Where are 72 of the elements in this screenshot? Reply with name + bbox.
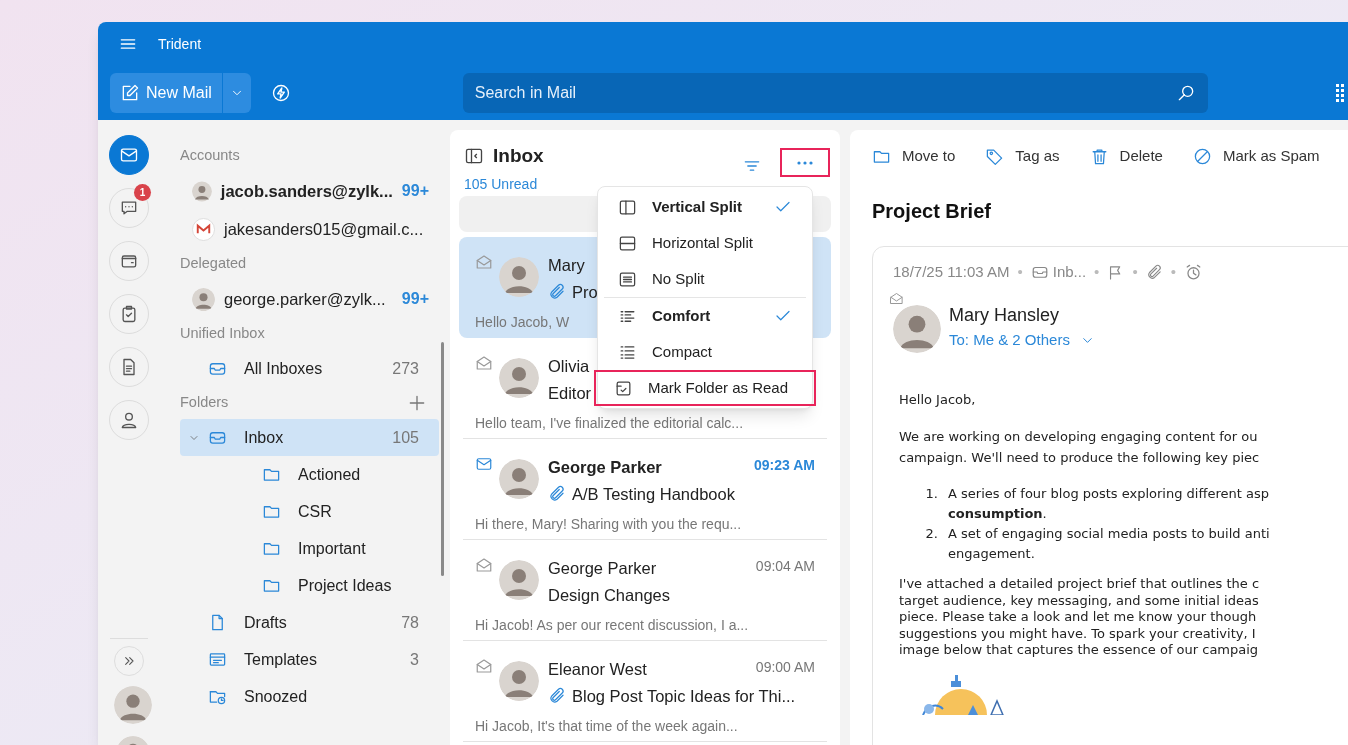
account-name: george.parker@zylk... <box>224 288 387 310</box>
menu-label: No Split <box>652 268 706 289</box>
folder-name: Important <box>298 538 367 559</box>
unread-label: 105 Unread <box>464 175 538 194</box>
menu-label: Mark Folder as Read <box>648 377 790 398</box>
message-time: 09:04 AM <box>755 557 815 576</box>
account-name: jacob.sanders@zylk... <box>220 180 393 202</box>
folder-count: 273 <box>392 358 419 379</box>
message-subject: A/B Testing Handbook <box>572 483 735 505</box>
sender-name: Mary Hansley <box>949 304 1061 328</box>
folder-name: Inbox <box>244 427 285 448</box>
separator-dot: • <box>1170 261 1176 282</box>
body-text-line: target audience, key messaging, and some initial ideas <box>899 592 1260 609</box>
message-preview: Hi Jacob! As per our recent discussion, I a... <box>475 616 749 635</box>
unread-count: 99+ <box>401 181 429 201</box>
body-text-line: piece. Please take a look and let me know your though <box>899 609 1258 626</box>
separator-dot: • <box>1094 261 1100 282</box>
notification-badge: 1 <box>134 184 151 201</box>
section-title: Delegated <box>180 254 247 274</box>
folder-name: All Inboxes <box>244 358 324 379</box>
window-title: Trident <box>158 34 202 54</box>
message-subject: Project Brief <box>872 199 992 224</box>
body-text-line: suggestions you might have. To spark your creativity, I <box>899 625 1257 642</box>
body-text-line: A series of four blog posts exploring different asp <box>948 485 1269 503</box>
message-subject: Pro <box>572 281 598 303</box>
message-subject: Editor <box>548 382 592 404</box>
body-text-line: A set of engaging social media posts to build anti <box>948 525 1270 543</box>
separator-dot: • <box>1017 261 1023 282</box>
sender-name: Olivia <box>548 356 590 377</box>
menu-label: Compact <box>652 341 714 362</box>
message-subject: Blog Post Topic Ideas for Thi... <box>572 685 796 707</box>
message-date: 18/7/25 11:03 AM <box>893 261 1010 282</box>
menu-label: Comfort <box>652 305 712 326</box>
folder-name: CSR <box>298 501 333 522</box>
message-subject: Design Changes <box>548 584 670 606</box>
body-text-line: campaign. We'll need to produce the following key piec <box>899 449 1261 467</box>
folder-name: Actioned <box>298 464 362 485</box>
message-time: 09:23 AM <box>754 456 815 475</box>
section-title: Unified Inbox <box>180 324 265 344</box>
sender-name: George Parker <box>548 457 662 478</box>
sender-name: Mary <box>548 255 585 276</box>
folder-name: Templates <box>244 649 318 670</box>
body-text-line: I've attached a detailed project brief that outlines the c <box>899 576 1261 593</box>
body-text-line: image below that captures the essence of our campaig <box>899 642 1260 659</box>
list-number: 2. <box>924 525 939 543</box>
menu-label: Vertical Split <box>652 196 744 217</box>
folder-name: Drafts <box>244 612 288 633</box>
message-preview: Hello Jacob, W <box>475 313 570 332</box>
folder-name: Snoozed <box>244 686 309 707</box>
section-title: Accounts <box>180 146 240 166</box>
separator-dot: • <box>1132 261 1138 282</box>
message-preview: Hello team, I've finalized the editorial calc... <box>475 414 744 433</box>
folder-title: Inbox <box>493 144 545 168</box>
message-time: 09:00 AM <box>755 658 815 677</box>
body-text-line: engagement. <box>948 545 1036 563</box>
message-preview: Hi there, Mary! Sharing with you the requ... <box>475 515 742 534</box>
section-title: Folders <box>180 393 229 413</box>
folder-label: Inb... <box>1052 261 1087 282</box>
folder-name: Project Ideas <box>298 575 393 596</box>
folder-count: 105 <box>392 427 419 448</box>
body-text-line: consumption. <box>948 505 1048 523</box>
unread-count: 99+ <box>401 289 429 309</box>
message-preview: Hi Jacob, It's that time of the week again... <box>475 717 738 736</box>
body-text-line: Hello Jacob, <box>899 391 977 409</box>
menu-label: Horizontal Split <box>652 232 754 253</box>
list-number: 1. <box>924 485 939 503</box>
folder-count: 78 <box>401 612 419 633</box>
body-text-line: We are working on developing engaging content for ou <box>899 428 1259 446</box>
folder-count: 3 <box>410 649 419 670</box>
sender-name: Eleanor West <box>548 659 647 680</box>
sender-name: George Parker <box>548 558 657 579</box>
account-name: jakesanders015@gmail.c... <box>224 218 425 240</box>
